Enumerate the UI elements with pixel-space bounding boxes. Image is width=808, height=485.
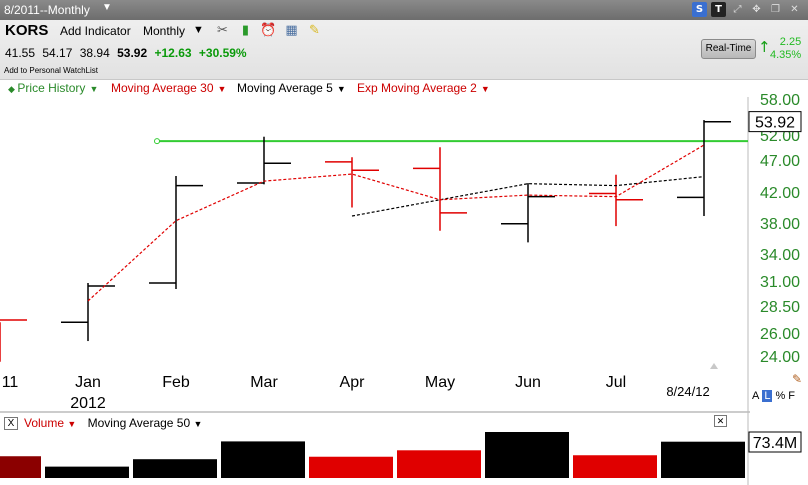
- x-tick-label: Jul: [606, 374, 626, 391]
- close-panel-icon[interactable]: ✕: [714, 415, 727, 427]
- scroll-up-icon: [710, 363, 718, 369]
- y-tick-label: 31.00: [760, 274, 800, 291]
- volume-bar: [397, 450, 481, 478]
- chevron-down-icon[interactable]: ▼: [194, 419, 203, 429]
- volume-bar: [309, 456, 393, 478]
- last-price-label: 53.92: [755, 115, 795, 132]
- volume-bar: [133, 459, 217, 478]
- y-tick-label: 47.00: [760, 153, 800, 170]
- legend-volume-ma50-label: Moving Average 50: [87, 416, 191, 430]
- x-tick-label: Jun: [515, 374, 541, 391]
- x-tick-label: May: [425, 374, 455, 391]
- scale-percent-button[interactable]: %: [775, 390, 785, 402]
- y-tick-label: 24.00: [760, 349, 800, 366]
- ma30-start-marker: [154, 138, 160, 145]
- x-tick-label: Jan: [75, 374, 101, 391]
- y-tick-label: 38.00: [760, 216, 800, 233]
- x-tick-label: 11: [2, 374, 19, 391]
- y-tick-label: 42.00: [760, 185, 800, 202]
- scale-log-button[interactable]: L: [762, 390, 773, 402]
- volume-bar: [221, 441, 305, 478]
- volume-bar: [485, 432, 569, 478]
- volume-bar: [573, 455, 657, 478]
- x-tick-sublabel: 2012: [70, 395, 106, 412]
- scale-auto-button[interactable]: A: [752, 390, 759, 402]
- x-tick-label: Apr: [340, 374, 366, 391]
- scale-controls: A L % F: [752, 390, 795, 402]
- y-tick-label: 26.00: [760, 326, 800, 343]
- volume-bar: [661, 441, 745, 478]
- y-tick-label: 34.00: [760, 247, 800, 264]
- scale-fixed-button[interactable]: F: [788, 390, 795, 402]
- volume-bar: [45, 466, 129, 478]
- x-tick-label: Feb: [162, 374, 190, 391]
- volume-bar: [0, 456, 41, 478]
- ema2-line: [87, 144, 705, 302]
- volume-legend: Volume ▼ Moving Average 50 ▼: [4, 416, 202, 430]
- legend-volume-ma50[interactable]: Moving Average 50 ▼: [88, 416, 203, 430]
- y-tick-label: 58.00: [760, 92, 800, 109]
- x-tick-label: Mar: [250, 374, 278, 391]
- volume-last-label: 73.4M: [753, 435, 797, 452]
- draw-pencil-icon[interactable]: ✎: [792, 372, 802, 386]
- legend-volume-label: Volume: [24, 416, 65, 430]
- chevron-down-icon[interactable]: ▼: [67, 419, 76, 429]
- price-chart[interactable]: 58.0052.0047.0042.0038.0034.0031.0028.50…: [0, 0, 808, 485]
- x-tick-label: 8/24/12: [666, 384, 709, 399]
- y-tick-label: 28.50: [760, 299, 800, 316]
- legend-volume[interactable]: Volume ▼: [24, 416, 76, 430]
